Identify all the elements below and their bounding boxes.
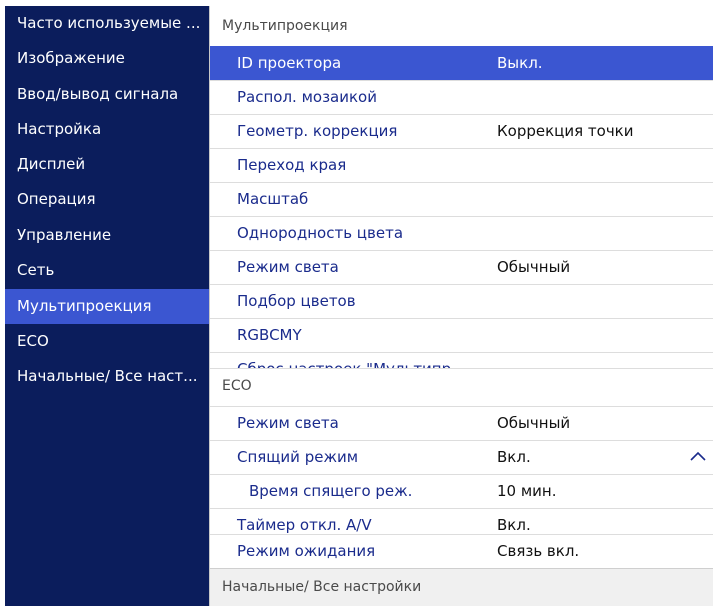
setting-row-sleep-mode[interactable]: Спящий режим Вкл. bbox=[210, 440, 713, 474]
settings-panel: Мультипроекция ID проектора Выкл. Распол… bbox=[209, 6, 713, 606]
sidebar-item-network[interactable]: Сеть bbox=[5, 253, 209, 288]
setting-label: Распол. мозаикой bbox=[237, 88, 377, 106]
setting-row-color-matching[interactable]: Подбор цветов bbox=[210, 284, 713, 318]
section-header-multiprojection: Мультипроекция bbox=[210, 9, 713, 44]
chevron-up-icon[interactable] bbox=[687, 446, 709, 468]
setting-row-geometry-correction[interactable]: Геометр. коррекция Коррекция точки bbox=[210, 114, 713, 148]
sidebar-item-setup[interactable]: Настройка bbox=[5, 112, 209, 147]
setting-value: 10 мин. bbox=[497, 482, 557, 500]
setting-label: Режим света bbox=[237, 258, 339, 276]
setting-label: RGBCMY bbox=[237, 326, 302, 344]
setting-label: Геометр. коррекция bbox=[237, 122, 398, 140]
section-header-eco: ECO bbox=[210, 368, 713, 403]
setting-label: Режим ожидания bbox=[237, 542, 376, 560]
setting-label: Переход края bbox=[237, 156, 347, 174]
sidebar: Часто используемые ... Изображение Ввод/… bbox=[5, 6, 209, 606]
setting-row-color-uniformity[interactable]: Однородность цвета bbox=[210, 216, 713, 250]
setting-row-edge-blending[interactable]: Переход края bbox=[210, 148, 713, 182]
setting-row-standby-mode[interactable]: Режим ожидания Связь вкл. bbox=[210, 534, 713, 568]
setting-label: ID проектора bbox=[237, 54, 342, 72]
setting-value: Вкл. bbox=[497, 448, 531, 466]
setting-row-rgbcmy[interactable]: RGBCMY bbox=[210, 318, 713, 352]
setting-row-scale[interactable]: Масштаб bbox=[210, 182, 713, 216]
setting-value: Обычный bbox=[497, 414, 571, 432]
setting-row-tiling[interactable]: Распол. мозаикой bbox=[210, 80, 713, 114]
sidebar-item-management[interactable]: Управление bbox=[5, 218, 209, 253]
setting-value: Связь вкл. bbox=[497, 542, 580, 560]
sidebar-item-image[interactable]: Изображение bbox=[5, 41, 209, 76]
setting-label: Масштаб bbox=[237, 190, 309, 208]
setting-row-projector-id[interactable]: ID проектора Выкл. bbox=[210, 46, 713, 80]
setting-label: Режим света bbox=[237, 414, 339, 432]
setting-value: Обычный bbox=[497, 258, 571, 276]
sidebar-item-eco[interactable]: ECO bbox=[5, 324, 209, 359]
menu-frame: Часто используемые ... Изображение Ввод/… bbox=[5, 6, 713, 606]
setting-row-light-mode[interactable]: Режим света Обычный bbox=[210, 250, 713, 284]
setting-row-sleep-time[interactable]: Время спящего реж. 10 мин. bbox=[210, 474, 713, 508]
sidebar-item-multiprojection[interactable]: Мультипроекция bbox=[5, 289, 209, 324]
sidebar-item-initial-all-settings[interactable]: Начальные/ Все наст... bbox=[5, 359, 209, 394]
footer-initial-all-settings[interactable]: Начальные/ Все настройки bbox=[210, 568, 713, 606]
setting-label: Спящий режим bbox=[237, 448, 359, 466]
setting-value: Коррекция точки bbox=[497, 122, 634, 140]
sidebar-item-display[interactable]: Дисплей bbox=[5, 147, 209, 182]
setting-label: Подбор цветов bbox=[237, 292, 356, 310]
setting-row-eco-light-mode[interactable]: Режим света Обычный bbox=[210, 406, 713, 440]
setting-label: Время спящего реж. bbox=[249, 482, 413, 500]
setting-value: Выкл. bbox=[497, 54, 543, 72]
sidebar-item-signal-io[interactable]: Ввод/вывод сигнала bbox=[5, 77, 209, 112]
setting-label: Однородность цвета bbox=[237, 224, 404, 242]
sidebar-item-frequent[interactable]: Часто используемые ... bbox=[5, 6, 209, 41]
sidebar-item-operation[interactable]: Операция bbox=[5, 182, 209, 217]
